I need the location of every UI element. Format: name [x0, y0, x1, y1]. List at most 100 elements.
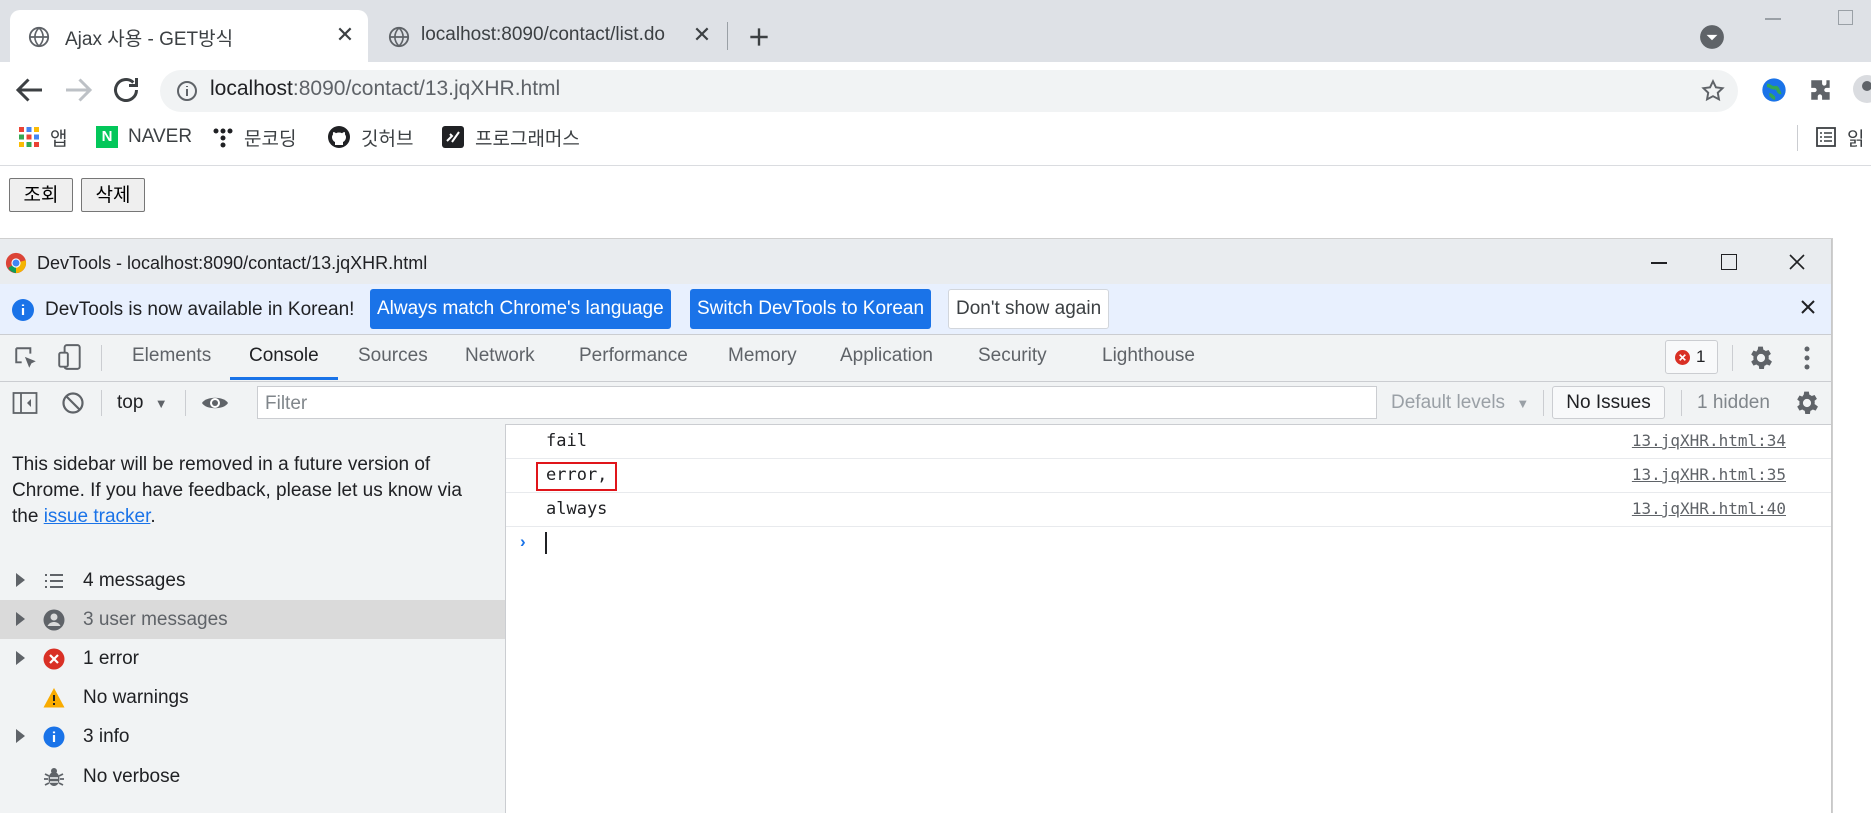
- expand-triangle-icon[interactable]: [16, 651, 25, 665]
- inspect-element-icon[interactable]: [13, 345, 39, 371]
- console-input-caret[interactable]: [545, 532, 547, 554]
- query-button[interactable]: 조회: [9, 178, 73, 212]
- tab-security[interactable]: Security: [978, 345, 1047, 367]
- bookmark-star-icon[interactable]: [1700, 78, 1726, 104]
- tab-sources[interactable]: Sources: [358, 345, 428, 367]
- sidebar-item-label: No warnings: [83, 687, 189, 708]
- tab-ajax-get[interactable]: Ajax 사용 - GET방식 ✕: [10, 10, 368, 62]
- sidebar-item-warnings[interactable]: No warnings: [0, 678, 505, 717]
- settings-gear-icon[interactable]: [1747, 344, 1775, 372]
- devtools-maximize-icon[interactable]: [1721, 254, 1737, 270]
- chrome-logo-icon: [5, 252, 27, 274]
- bookmark-muncoding[interactable]: 문코딩: [212, 122, 296, 152]
- live-expression-eye-icon[interactable]: [201, 393, 229, 413]
- tab-contact-list[interactable]: localhost:8090/contact/list.do ✕: [374, 10, 726, 62]
- expand-triangle-icon[interactable]: [16, 729, 25, 743]
- issues-button[interactable]: No Issues: [1552, 386, 1665, 419]
- reload-icon[interactable]: [108, 72, 144, 108]
- bookmark-naver[interactable]: N NAVER: [96, 122, 192, 152]
- filter-placeholder: Filter: [265, 393, 308, 414]
- extension-globe-icon[interactable]: [1760, 76, 1788, 104]
- source-link[interactable]: 13.jqXHR.html:40: [1632, 499, 1786, 518]
- infobar-message: DevTools is now available in Korean!: [45, 299, 355, 320]
- dropdown-arrow-icon: ▼: [154, 396, 168, 411]
- log-levels-dropdown[interactable]: Default levels ▼: [1391, 392, 1529, 414]
- tab-title: Ajax 사용 - GET방식: [65, 29, 234, 50]
- device-toolbar-icon[interactable]: [57, 343, 83, 371]
- tabs-divider: [101, 345, 102, 371]
- sidebar-item-messages[interactable]: 4 messages: [0, 561, 505, 600]
- always-match-language-button[interactable]: Always match Chrome's language: [370, 289, 671, 329]
- bookmark-label: 프로그래머스: [475, 128, 580, 150]
- context-selector[interactable]: top ▼: [117, 392, 168, 414]
- warning-icon: [43, 688, 65, 708]
- close-tab-icon[interactable]: ✕: [330, 20, 360, 50]
- url-text[interactable]: localhost:8090/contact/13.jqXHR.html: [210, 77, 560, 101]
- globe-icon: [388, 26, 410, 48]
- list-icon: [45, 574, 63, 588]
- highlight-box: [536, 462, 617, 491]
- back-arrow-icon[interactable]: [12, 72, 48, 108]
- dropdown-arrow-icon: ▼: [1516, 396, 1530, 411]
- extensions-puzzle-icon[interactable]: [1808, 77, 1834, 103]
- forward-arrow-icon[interactable]: [60, 72, 96, 108]
- source-link[interactable]: 13.jqXHR.html:35: [1632, 465, 1786, 484]
- issue-tracker-link[interactable]: issue tracker: [44, 506, 151, 527]
- console-input-area[interactable]: [506, 560, 1831, 813]
- minimize-window-icon[interactable]: [1765, 18, 1781, 20]
- dont-show-again-button[interactable]: Don't show again: [948, 289, 1110, 329]
- info-icon: [43, 726, 65, 748]
- tab-title: localhost:8090/contact/list.do: [421, 24, 665, 45]
- toolbar-divider: [1732, 345, 1733, 371]
- console-divider: [1543, 390, 1544, 416]
- log-levels-label: Default levels: [1391, 392, 1506, 413]
- tab-memory[interactable]: Memory: [728, 345, 797, 367]
- bookmark-apps[interactable]: 앱: [18, 122, 67, 152]
- programmers-icon: [442, 126, 464, 148]
- clear-console-icon[interactable]: [61, 391, 85, 415]
- error-counter[interactable]: 1: [1665, 340, 1718, 374]
- sidebar-toggle-icon[interactable]: [12, 391, 38, 415]
- console-settings-gear-icon[interactable]: [1793, 389, 1821, 417]
- reading-list-icon: [1816, 127, 1836, 147]
- infobar-close-icon[interactable]: [1801, 300, 1815, 314]
- tab-application[interactable]: Application: [840, 345, 933, 367]
- sidebar-item-errors[interactable]: 1 error: [0, 639, 505, 678]
- devtools-close-icon[interactable]: [1788, 253, 1806, 271]
- bookmark-label: 깃허브: [361, 128, 414, 150]
- tab-performance[interactable]: Performance: [579, 345, 688, 367]
- reading-list[interactable]: 읽: [1815, 122, 1864, 152]
- site-info-icon[interactable]: [175, 79, 199, 103]
- bookmark-label: 문코딩: [244, 128, 297, 150]
- filter-input[interactable]: [257, 386, 1377, 419]
- more-options-icon[interactable]: [1797, 344, 1817, 372]
- tab-search-icon[interactable]: [1699, 24, 1725, 50]
- tab-lighthouse[interactable]: Lighthouse: [1102, 345, 1195, 367]
- sidebar-item-verbose[interactable]: No verbose: [0, 757, 505, 796]
- sidebar-item-info[interactable]: 3 info: [0, 717, 505, 756]
- tab-elements[interactable]: Elements: [132, 345, 211, 367]
- source-link[interactable]: 13.jqXHR.html:34: [1632, 431, 1786, 450]
- console-message: always 13.jqXHR.html:40: [506, 493, 1831, 527]
- plus-icon[interactable]: [746, 24, 772, 50]
- reading-list-label: 읽: [1847, 128, 1865, 150]
- apps-grid-icon: [19, 127, 39, 147]
- expand-triangle-icon[interactable]: [16, 612, 25, 626]
- bookmarks-divider: [1797, 125, 1798, 151]
- devtools-window-title: DevTools - localhost:8090/contact/13.jqX…: [37, 253, 428, 273]
- expand-triangle-icon[interactable]: [16, 573, 25, 587]
- tab-network[interactable]: Network: [465, 345, 535, 367]
- bookmark-github[interactable]: 깃허브: [327, 122, 413, 152]
- maximize-window-icon[interactable]: [1838, 10, 1853, 25]
- tab-console[interactable]: Console: [249, 345, 319, 367]
- sidebar-item-user-messages[interactable]: 3 user messages: [0, 600, 505, 639]
- bug-icon: [44, 768, 64, 786]
- devtools-minimize-icon[interactable]: [1651, 262, 1667, 264]
- close-tab-icon[interactable]: ✕: [687, 20, 717, 50]
- switch-to-korean-button[interactable]: Switch DevTools to Korean: [690, 289, 932, 329]
- github-icon: [328, 126, 350, 148]
- url-host: localhost: [210, 77, 293, 100]
- context-label: top: [117, 392, 144, 413]
- bookmark-programmers[interactable]: 프로그래머스: [441, 122, 580, 152]
- delete-button[interactable]: 삭제: [81, 178, 145, 212]
